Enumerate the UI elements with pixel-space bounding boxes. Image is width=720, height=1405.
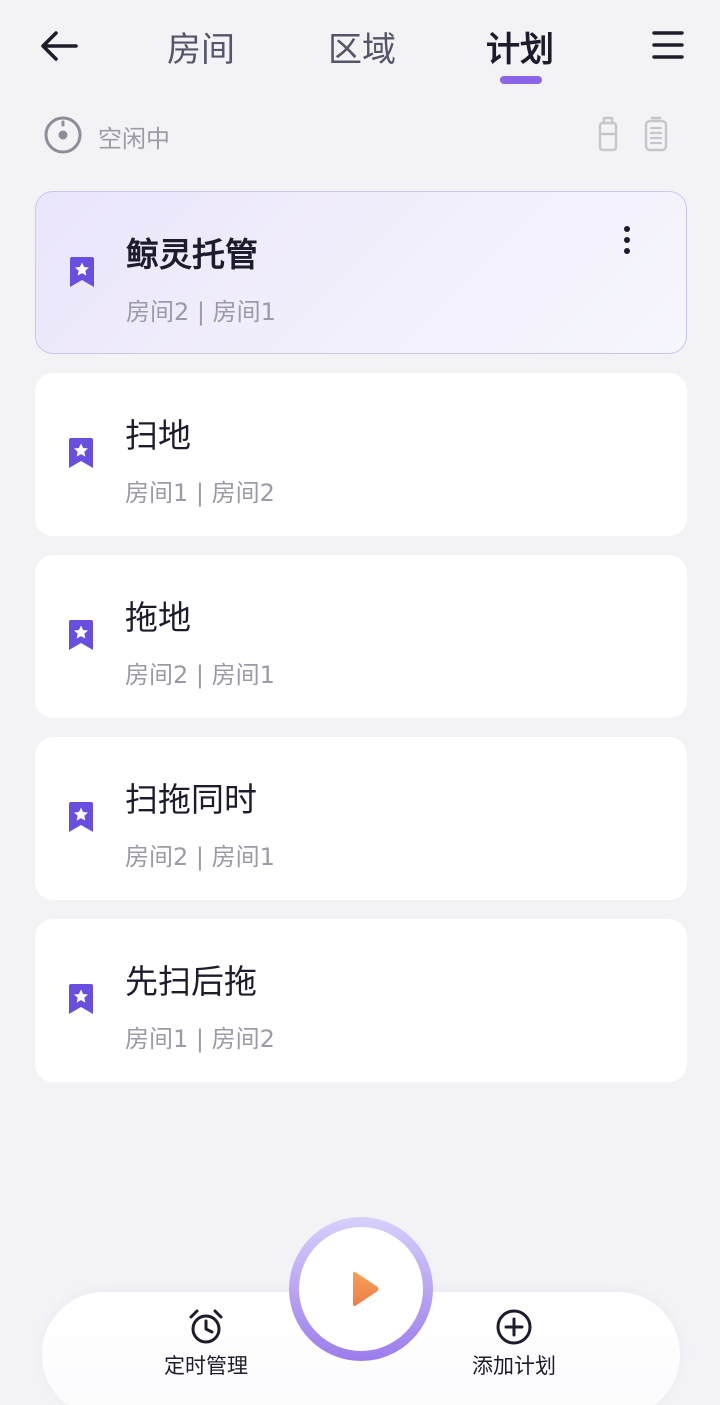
plan-name: 扫地: [125, 416, 191, 455]
plan-card-jingling[interactable]: 鲸灵托管 房间2 | 房间1: [35, 191, 687, 354]
bookmark-star-icon: [70, 257, 94, 287]
play-icon: [353, 1272, 379, 1306]
more-vertical-icon: [624, 226, 630, 254]
plan-rooms: 房间2 | 房间1: [126, 298, 276, 326]
hamburger-menu-icon: [652, 31, 684, 59]
robot-status-icon: [44, 116, 82, 154]
more-options-button[interactable]: [612, 222, 642, 258]
plan-card-sweep-mop-simultaneous[interactable]: 扫拖同时 房间2 | 房间1: [35, 737, 687, 900]
bookmark-star-icon: [69, 984, 93, 1014]
tab-plans[interactable]: 计划: [486, 22, 554, 71]
schedule-management-label: 定时管理: [164, 1354, 248, 1378]
menu-button[interactable]: [648, 26, 688, 66]
plan-rooms: 房间2 | 房间1: [125, 843, 275, 871]
back-button[interactable]: [36, 26, 82, 66]
plan-rooms: 房间2 | 房间1: [125, 661, 275, 689]
start-button-face: [299, 1227, 423, 1351]
tab-rooms[interactable]: 房间: [167, 22, 235, 71]
water-tank-icon: [598, 116, 618, 152]
tab-zones[interactable]: 区域: [328, 22, 396, 71]
plan-rooms: 房间1 | 房间2: [125, 1025, 275, 1053]
app-root: 房间 区域 计划 空闲中 鲸灵托管 房间2 | 房间1 扫地 房间1 | 房间2…: [0, 0, 720, 1405]
top-nav-bar: 房间 区域 计划: [0, 0, 720, 100]
bookmark-star-icon: [69, 802, 93, 832]
plan-list: 鲸灵托管 房间2 | 房间1 扫地 房间1 | 房间2 拖地 房间2 | 房间1…: [35, 191, 687, 1101]
add-plan-label: 添加计划: [472, 1354, 556, 1378]
plan-rooms: 房间1 | 房间2: [125, 479, 275, 507]
active-tab-indicator: [500, 76, 542, 84]
plan-name: 扫拖同时: [125, 780, 257, 819]
back-arrow-icon: [41, 31, 78, 61]
start-cleaning-button[interactable]: [289, 1217, 433, 1361]
bookmark-star-icon: [69, 438, 93, 468]
plan-card-sweep[interactable]: 扫地 房间1 | 房间2: [35, 373, 687, 536]
dust-box-icon: [644, 116, 668, 152]
alarm-clock-icon: [189, 1309, 223, 1344]
schedule-management-button[interactable]: 定时管理: [136, 1308, 276, 1388]
plan-name: 拖地: [125, 598, 191, 637]
plan-name: 先扫后拖: [125, 962, 257, 1001]
plan-card-mop[interactable]: 拖地 房间2 | 房间1: [35, 555, 687, 718]
status-text: 空闲中: [98, 125, 170, 153]
plan-name: 鲸灵托管: [126, 235, 258, 274]
add-plan-button[interactable]: 添加计划: [444, 1308, 584, 1388]
bookmark-star-icon: [69, 620, 93, 650]
plan-card-sweep-then-mop[interactable]: 先扫后拖 房间1 | 房间2: [35, 919, 687, 1082]
add-circle-icon: [496, 1309, 532, 1345]
device-status-row: 空闲中: [0, 112, 720, 158]
